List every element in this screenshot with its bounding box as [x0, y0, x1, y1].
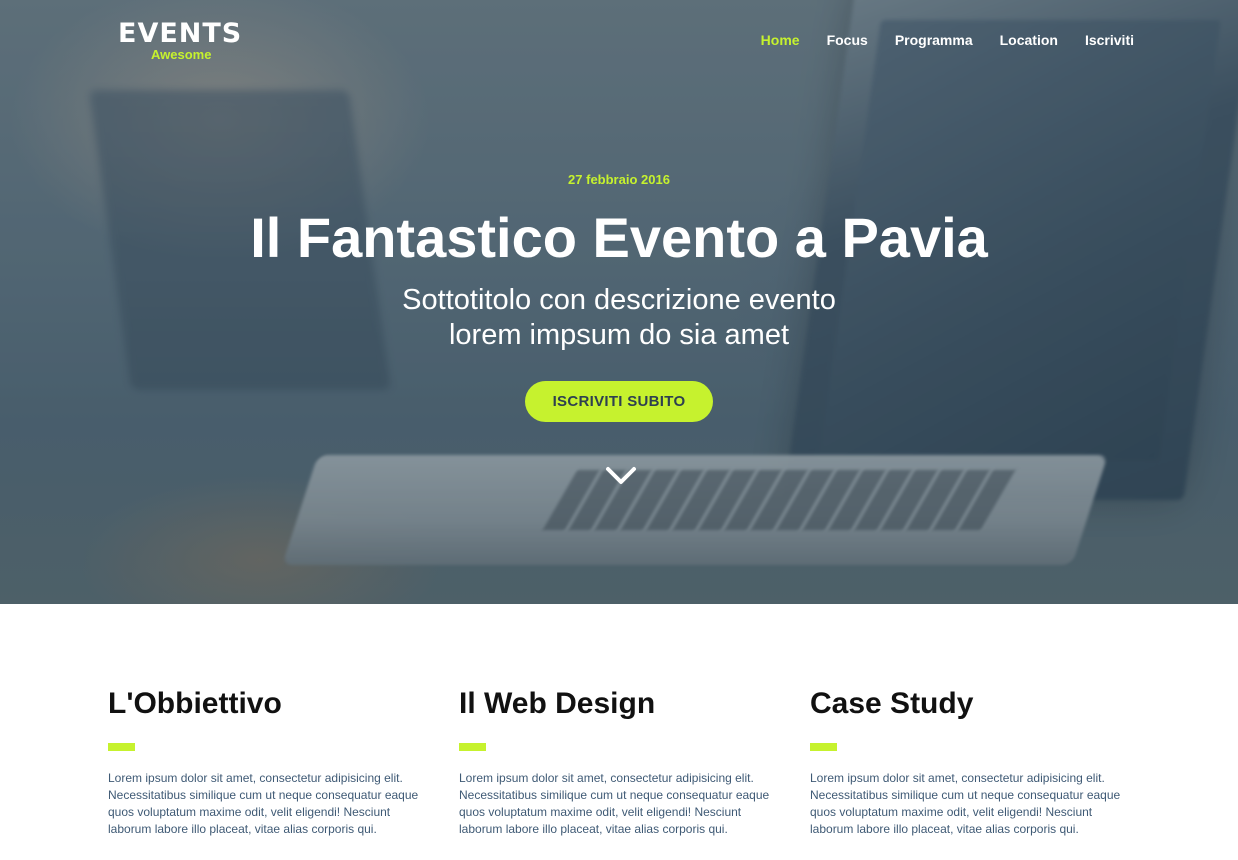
register-now-button[interactable]: ISCRIVITI SUBITO: [524, 381, 714, 422]
chevron-down-icon[interactable]: [605, 465, 637, 487]
hero-subtitle-line-1: Sottotitolo con descrizione evento: [402, 284, 836, 316]
accent-bar: [810, 743, 837, 751]
nav-item-home[interactable]: Home: [761, 32, 800, 48]
hero-subtitle-line-2: lorem impsum do sia amet: [448, 319, 790, 351]
feature-title: Case Study: [810, 687, 974, 720]
top-navigation: EVENTS Awesome Home Focus Programma Loca…: [0, 0, 1238, 80]
features-section: L'Obbiettivo Lorem ipsum dolor sit amet,…: [0, 604, 1238, 860]
logo-tagline: Awesome: [151, 47, 212, 62]
logo-title: EVENTS: [118, 18, 243, 49]
feature-title: L'Obbiettivo: [108, 687, 282, 720]
feature-column: L'Obbiettivo Lorem ipsum dolor sit amet,…: [108, 686, 428, 838]
hero-title: Il Fantastico Evento a Pavia: [250, 206, 988, 269]
main-nav: Home Focus Programma Location Iscriviti: [761, 32, 1134, 48]
nav-item-programma[interactable]: Programma: [895, 32, 973, 48]
nav-item-location[interactable]: Location: [1000, 32, 1058, 48]
feature-title: Il Web Design: [459, 687, 656, 720]
feature-column: Il Web Design Lorem ipsum dolor sit amet…: [459, 686, 779, 838]
event-date: 27 febbraio 2016: [568, 172, 670, 187]
feature-column: Case Study Lorem ipsum dolor sit amet, c…: [810, 686, 1130, 838]
nav-item-iscriviti[interactable]: Iscriviti: [1085, 32, 1134, 48]
feature-text: Lorem ipsum dolor sit amet, consectetur …: [108, 771, 419, 836]
hero-subtitle: Sottotitolo con descrizione evento lorem…: [0, 283, 1238, 353]
accent-bar: [108, 743, 135, 751]
hero-section: EVENTS Awesome Home Focus Programma Loca…: [0, 0, 1238, 604]
feature-text: Lorem ipsum dolor sit amet, consectetur …: [459, 771, 770, 836]
feature-text: Lorem ipsum dolor sit amet, consectetur …: [810, 771, 1121, 836]
logo[interactable]: EVENTS Awesome: [118, 20, 242, 62]
accent-bar: [459, 743, 486, 751]
hero-content: 27 febbraio 2016 Il Fantastico Evento a …: [0, 172, 1238, 422]
nav-item-focus[interactable]: Focus: [827, 32, 868, 48]
